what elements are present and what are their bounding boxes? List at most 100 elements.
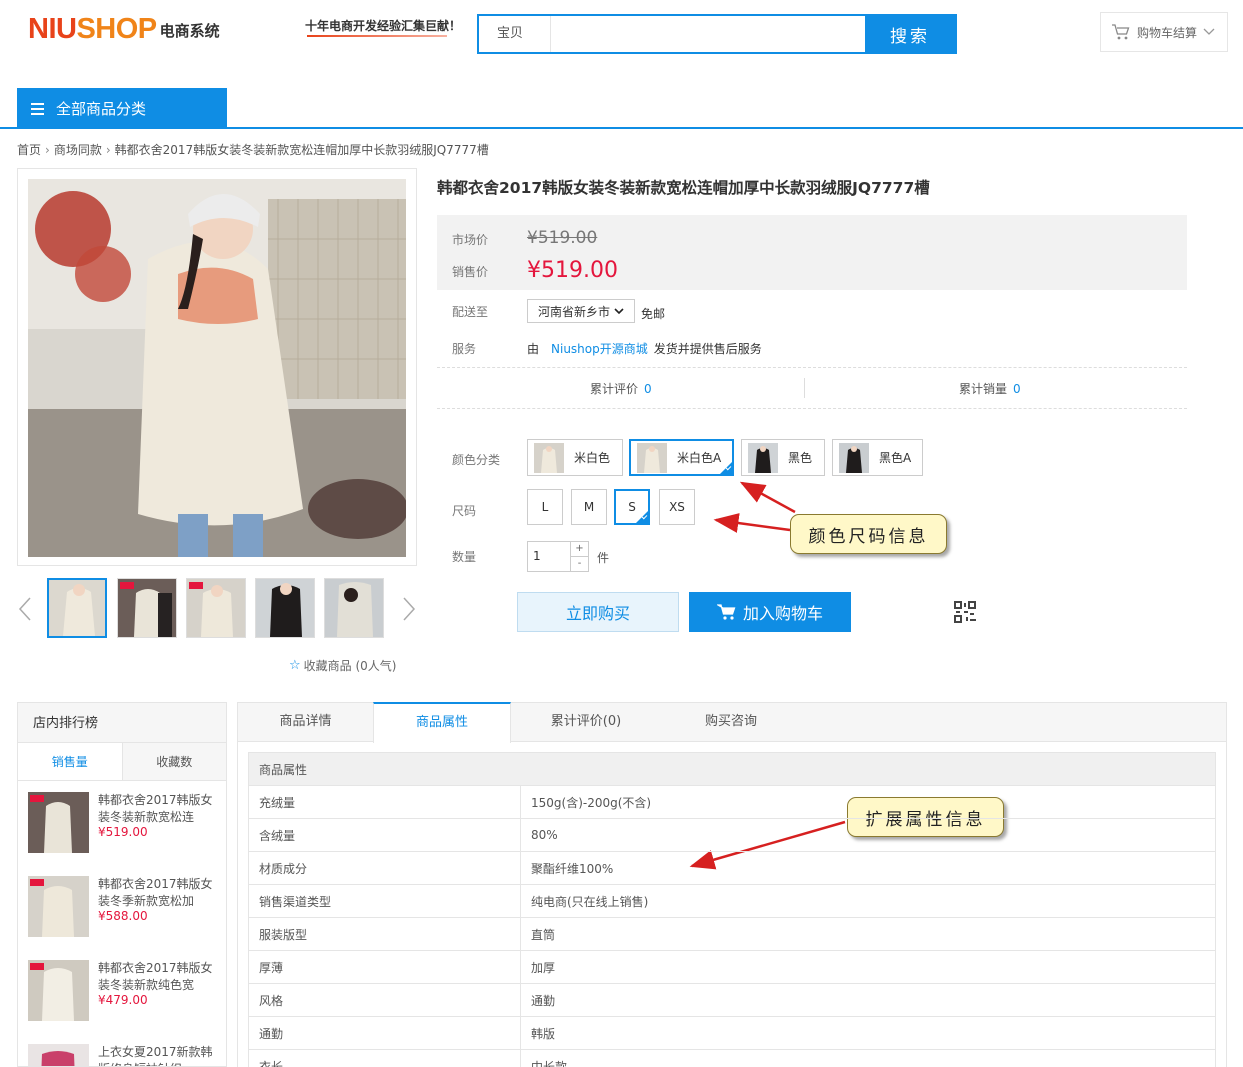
thumbnail[interactable] <box>47 578 107 638</box>
ranking-item[interactable]: 韩都衣舍2017韩版女装冬装新款宽松连 ¥519.00 <box>28 792 223 858</box>
add-to-cart-button[interactable]: 加入购物车 <box>689 592 851 632</box>
tab-favorites[interactable]: 收藏数 <box>121 743 226 780</box>
qrcode-icon[interactable] <box>954 601 976 623</box>
logo-text-niu: NIU <box>28 13 77 45</box>
color-option[interactable]: 黑色A <box>832 439 923 476</box>
check-icon <box>720 462 732 474</box>
region-select[interactable]: 河南省新乡市 <box>527 299 635 323</box>
ranking-name: 韩都衣舍2017韩版女装冬装新款纯色宽 <box>98 961 213 992</box>
add-to-cart-label: 加入购物车 <box>742 604 823 623</box>
color-option[interactable]: 黑色 <box>741 439 825 476</box>
quantity-input[interactable]: 1 <box>528 542 570 571</box>
chevron-right-icon[interactable] <box>401 596 417 622</box>
table-row: 通勤 韩版 <box>248 1016 1216 1050</box>
chevron-right-icon: › <box>105 143 111 157</box>
table-row: 风格 通勤 <box>248 983 1216 1017</box>
favorite-label: 收藏商品 (0人气) <box>303 659 397 673</box>
main-product-image[interactable] <box>17 168 417 566</box>
size-option-selected[interactable]: S <box>614 489 650 525</box>
ranking-item[interactable]: 韩都衣舍2017韩版女装冬装新款纯色宽 ¥479.00 <box>28 960 223 1026</box>
tab-attributes[interactable]: 商品属性 <box>373 702 511 743</box>
quantity-stepper: 1 + - <box>527 541 589 572</box>
ranking-price: ¥479.00 <box>98 993 148 1007</box>
tab-consult[interactable]: 购买咨询 <box>661 702 801 742</box>
buy-now-button[interactable]: 立即购买 <box>517 592 679 632</box>
table-row: 充绒量 150g(含)-200g(不含) <box>248 785 1216 819</box>
ranking-image <box>28 792 89 853</box>
color-label: 颜色分类 <box>452 453 501 467</box>
divider <box>437 408 1187 409</box>
ship-label: 配送至 <box>452 305 489 319</box>
ranking-name: 韩都衣舍2017韩版女装冬季新款宽松加 <box>98 877 213 908</box>
ranking-price: ¥519.00 <box>98 825 148 839</box>
thumbnail[interactable] <box>255 578 315 638</box>
ship-fee: 免邮 <box>641 307 666 321</box>
table-row: 含绒量 80% <box>248 818 1216 852</box>
color-option-selected[interactable]: 米白色A <box>629 439 734 476</box>
quantity-unit: 件 <box>597 551 610 565</box>
chevron-right-icon: › <box>45 143 50 157</box>
breadcrumb-current: 韩都衣舍2017韩版女装冬装新款宽松连帽加厚中长款羽绒服JQ7777槽 <box>114 143 489 157</box>
chevron-down-icon <box>1203 28 1215 35</box>
ranking-title: 店内排行榜 <box>18 703 226 743</box>
breadcrumb: 首页 › 商场同款 › 韩都衣舍2017韩版女装冬装新款宽松连帽加厚中长款羽绒服JQ77… <box>17 141 489 158</box>
store-ranking: 店内排行榜 销售量 收藏数 韩都衣舍2017韩版女装冬装新款宽松连 ¥519.0… <box>17 702 227 1067</box>
thumbnail-strip <box>17 576 427 642</box>
thumbnail[interactable] <box>117 578 177 638</box>
size-option[interactable]: L <box>527 489 563 525</box>
thumbnail[interactable] <box>324 578 384 638</box>
thumbnail[interactable] <box>186 578 246 638</box>
breadcrumb-home[interactable]: 首页 <box>17 143 41 157</box>
chevron-down-icon <box>614 308 624 315</box>
sales-stat: 累计销量 0 <box>959 382 1021 396</box>
service-text: 发货并提供售后服务 <box>653 342 762 356</box>
tab-reviews[interactable]: 累计评价(0) <box>511 702 661 742</box>
shop-link[interactable]: Niushop开源商城 <box>551 342 648 356</box>
sales-count: 0 <box>1013 382 1021 396</box>
table-row: 厚薄 加厚 <box>248 950 1216 984</box>
quantity-minus[interactable]: - <box>571 557 588 571</box>
logo[interactable]: NIUSHOP 电商系统 <box>28 14 220 44</box>
search-category[interactable]: 宝贝 <box>479 16 551 52</box>
color-option[interactable]: 米白色 <box>527 439 623 476</box>
ranking-name: 韩都衣舍2017韩版女装冬装新款宽松连 <box>98 793 213 824</box>
color-swatch <box>839 442 869 473</box>
ranking-name: 上衣女夏2017新款韩版修身短袖针织 <box>98 1045 213 1066</box>
slogan-underline <box>307 35 447 37</box>
slogan: 十年电商开发经验汇集巨献！ <box>305 19 462 33</box>
ranking-image <box>28 876 89 937</box>
star-icon: ☆ <box>289 658 301 673</box>
size-option[interactable]: M <box>571 489 607 525</box>
divider <box>437 367 1187 368</box>
cart-label: 购物车结算 <box>1137 25 1198 40</box>
favorite-button[interactable]: ☆ 收藏商品 (0人气) <box>289 657 396 674</box>
market-price: ¥519.00 <box>527 228 598 248</box>
sale-price: ¥519.00 <box>527 258 618 283</box>
callout-color-size: 颜色尺码信息 <box>790 514 947 554</box>
ranking-price: ¥588.00 <box>98 909 148 923</box>
color-swatch <box>637 442 667 473</box>
product-title: 韩都衣舍2017韩版女装冬装新款宽松连帽加厚中长款羽绒服JQ7777槽 <box>437 179 930 197</box>
cart-button[interactable]: 购物车结算 <box>1100 12 1228 52</box>
breadcrumb-category[interactable]: 商场同款 <box>54 143 102 157</box>
ranking-item[interactable]: 韩都衣舍2017韩版女装冬季新款宽松加 ¥588.00 <box>28 876 223 942</box>
sale-price-label: 销售价 <box>452 265 489 279</box>
search-button[interactable]: 搜索 <box>865 16 955 52</box>
review-count: 0 <box>644 382 652 396</box>
table-row: 衣长 中长款 <box>248 1049 1216 1067</box>
tab-sales[interactable]: 销售量 <box>18 743 122 780</box>
ranking-item[interactable]: 上衣女夏2017新款韩版修身短袖针织 <box>28 1044 223 1066</box>
review-stat[interactable]: 累计评价 0 <box>590 380 652 397</box>
cart-icon <box>716 604 736 620</box>
ranking-image <box>28 1044 89 1066</box>
tab-details[interactable]: 商品详情 <box>238 702 373 742</box>
size-option[interactable]: XS <box>659 489 695 525</box>
all-categories-menu[interactable]: 全部商品分类 <box>17 88 227 129</box>
market-price-label: 市场价 <box>452 233 489 247</box>
color-swatch <box>748 442 778 473</box>
search-input[interactable] <box>551 16 865 52</box>
chevron-left-icon[interactable] <box>17 596 33 622</box>
check-icon <box>636 511 648 523</box>
attribute-header: 商品属性 <box>248 752 1216 786</box>
quantity-plus[interactable]: + <box>571 542 588 557</box>
